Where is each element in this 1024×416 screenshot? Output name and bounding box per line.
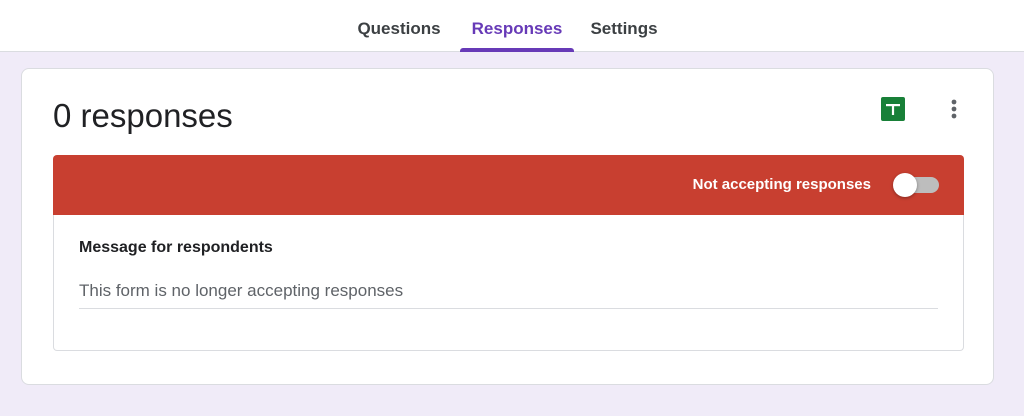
more-vert-icon[interactable] <box>944 95 964 123</box>
sheets-cross-glyph <box>886 104 900 115</box>
respondent-message-panel: Message for respondents <box>53 215 964 351</box>
more-dots-glyph <box>951 99 957 119</box>
accepting-status-label: Not accepting responses <box>692 176 871 193</box>
tab-settings[interactable]: Settings <box>582 0 666 52</box>
response-count-title: 0 responses <box>53 97 233 134</box>
active-tab-indicator <box>460 48 574 52</box>
responses-card: 0 responses Not accepting responses Mess… <box>21 68 994 385</box>
google-sheets-icon[interactable] <box>881 97 905 121</box>
top-tab-bar: Questions Responses Settings <box>0 0 1024 52</box>
tab-responses[interactable]: Responses <box>460 0 574 52</box>
respondent-message-input[interactable] <box>79 277 938 309</box>
message-label: Message for respondents <box>79 239 273 256</box>
toggle-thumb <box>893 173 917 197</box>
tab-questions[interactable]: Questions <box>348 0 450 52</box>
accepting-responses-toggle[interactable] <box>891 172 941 198</box>
not-accepting-banner: Not accepting responses <box>53 155 964 215</box>
